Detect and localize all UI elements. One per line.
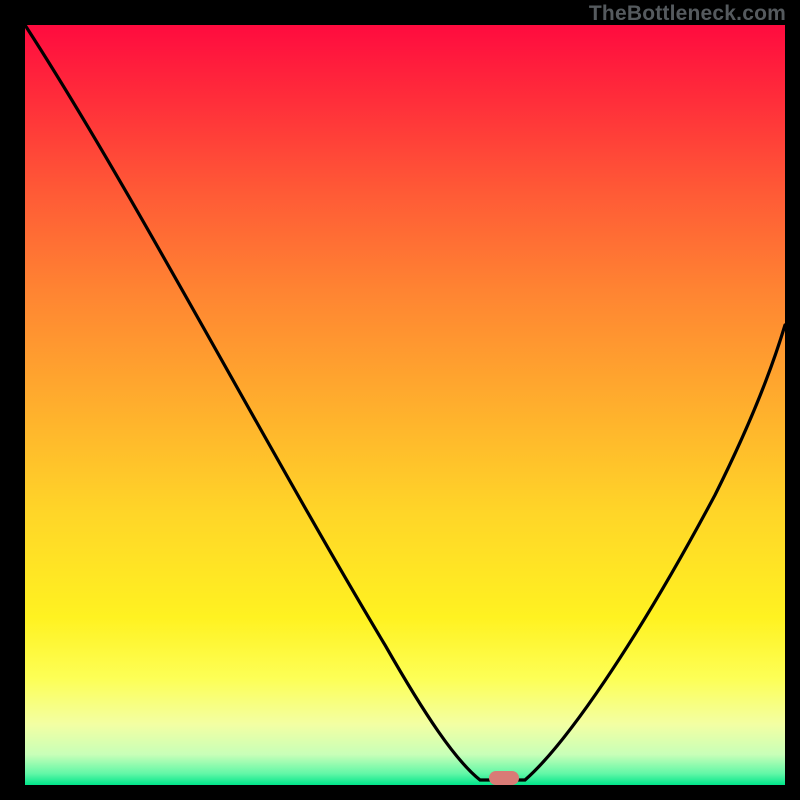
sweet-spot-marker (489, 771, 519, 785)
chart-frame: TheBottleneck.com (0, 0, 800, 800)
watermark-text: TheBottleneck.com (589, 2, 786, 26)
plot-area (25, 25, 785, 785)
curve-path (25, 25, 785, 780)
bottleneck-curve (25, 25, 785, 785)
